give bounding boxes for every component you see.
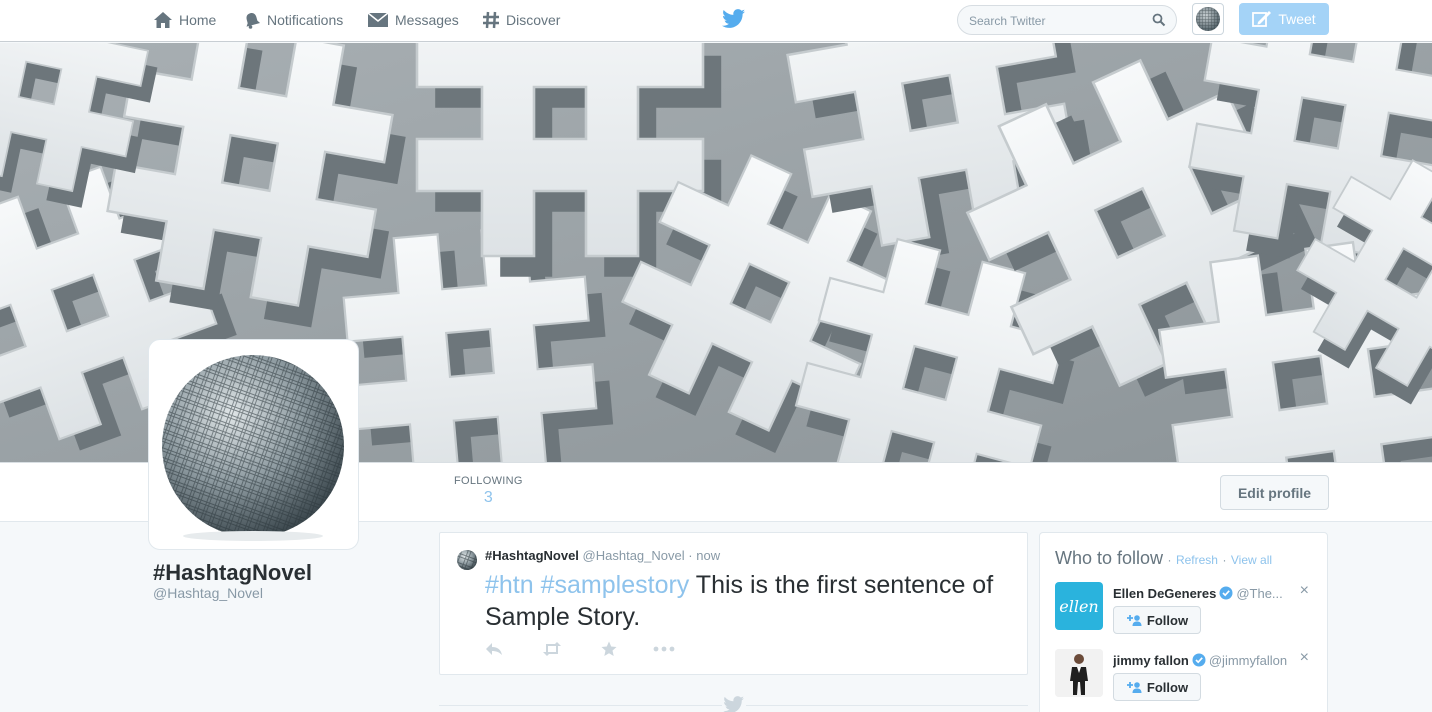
suggested-user: ellen Ellen DeGeneres @The... × Follow [1055, 582, 1315, 642]
bell-icon [246, 13, 261, 29]
dismiss-close-icon[interactable]: × [1300, 582, 1309, 600]
suggested-user: jimmy fallon @jimmyfallon × Follow [1055, 649, 1315, 709]
nav-notifications-label: Notifications [267, 12, 344, 28]
nav-discover-label: Discover [506, 12, 561, 28]
envelope-icon [367, 12, 389, 27]
more-options-icon[interactable] [653, 641, 675, 657]
tweet-avatar[interactable] [456, 549, 478, 571]
suggested-user-handle[interactable]: @jimmyfallon [1209, 653, 1287, 668]
verified-badge-icon [1192, 653, 1206, 667]
account-avatar[interactable] [1192, 3, 1224, 35]
tweet-timestamp[interactable]: now [696, 548, 720, 563]
search-icon[interactable] [1152, 13, 1166, 27]
edit-profile-button[interactable]: Edit profile [1220, 475, 1329, 510]
add-user-icon [1126, 615, 1142, 626]
retweet-icon[interactable] [541, 641, 563, 657]
add-user-icon [1126, 682, 1142, 693]
nav-messages-label: Messages [395, 12, 459, 28]
suggested-user-name[interactable]: jimmy fallon [1113, 653, 1189, 668]
tweet-avatar-image [456, 549, 478, 571]
favorite-star-icon[interactable] [601, 641, 617, 657]
suggested-user-namerow: jimmy fallon @jimmyfallon [1113, 653, 1288, 668]
ellen-logo-text: ellen [1059, 596, 1099, 616]
timeline-end-marker [722, 696, 746, 712]
suggested-user-namerow: Ellen DeGeneres @The... [1113, 586, 1288, 601]
view-all-link[interactable]: View all [1231, 553, 1272, 567]
profile-handle[interactable]: @Hashtag_Novel [153, 585, 263, 601]
search-input[interactable] [969, 12, 1144, 29]
tweet-separator: · [688, 548, 693, 563]
search-box [957, 5, 1177, 35]
who-to-follow-separator: · [1167, 553, 1172, 567]
suggested-user-avatar[interactable]: ellen [1055, 582, 1103, 630]
tweet-author-name[interactable]: #HashtagNovel [485, 548, 579, 563]
hashtag-sphere-image [162, 355, 344, 541]
tweet-item[interactable]: #HashtagNovel @Hashtag_Novel · now #htn … [439, 532, 1028, 675]
tweet-author-handle[interactable]: @Hashtag_Novel [583, 548, 685, 563]
suggested-user-handle[interactable]: @The... [1236, 586, 1282, 601]
nav-discover[interactable]: Discover [482, 0, 560, 40]
follow-button-label: Follow [1146, 612, 1189, 628]
profile-name[interactable]: #HashtagNovel [153, 560, 312, 586]
tweet-text: #htn #samplestory This is the first sent… [485, 569, 1015, 633]
following-label: FOLLOWING [454, 475, 523, 487]
follow-button[interactable]: Follow [1113, 673, 1201, 701]
tweet-hashtag-samplestory[interactable]: #samplestory [541, 571, 690, 599]
verified-badge-icon [1219, 586, 1233, 600]
who-to-follow-module: Who to follow · Refresh · View all ellen… [1039, 532, 1328, 712]
nav-home-label: Home [179, 12, 217, 28]
who-to-follow-header: Who to follow · Refresh · View all [1055, 548, 1272, 569]
reply-icon[interactable] [485, 641, 503, 657]
nav-messages[interactable]: Messages [367, 0, 459, 40]
twitter-bird-logo-icon[interactable] [722, 9, 746, 29]
dismiss-close-icon[interactable]: × [1300, 649, 1309, 667]
home-icon [154, 12, 172, 28]
refresh-link[interactable]: Refresh [1176, 553, 1218, 567]
timeline-bird-icon [723, 696, 744, 712]
who-to-follow-title: Who to follow [1055, 548, 1164, 568]
tweet-button-label: Tweet [1278, 11, 1316, 27]
follow-button-label: Follow [1146, 679, 1189, 695]
top-nav-bar: Home Notifications Messages Discover Sea… [0, 0, 1432, 42]
profile-avatar[interactable] [148, 339, 359, 550]
following-count: 3 [483, 489, 493, 506]
hashtag-icon [483, 11, 499, 29]
suggested-user-avatar[interactable] [1055, 649, 1103, 697]
compose-icon [1252, 11, 1272, 27]
jimmy-fallon-photo-image [1055, 649, 1103, 697]
following-stat[interactable]: FOLLOWING 3 [454, 475, 523, 507]
nav-notifications[interactable]: Notifications [243, 0, 343, 40]
tweet-header: #HashtagNovel @Hashtag_Novel · now [485, 548, 720, 563]
nav-home[interactable]: Home [153, 0, 216, 40]
follow-button[interactable]: Follow [1113, 606, 1201, 634]
tweet-button[interactable]: Tweet [1239, 3, 1329, 35]
avatar-image [1196, 7, 1220, 31]
tweet-hashtag-htn[interactable]: #htn [485, 571, 534, 599]
who-to-follow-separator: · [1222, 553, 1227, 567]
suggested-user-name[interactable]: Ellen DeGeneres [1113, 586, 1216, 601]
